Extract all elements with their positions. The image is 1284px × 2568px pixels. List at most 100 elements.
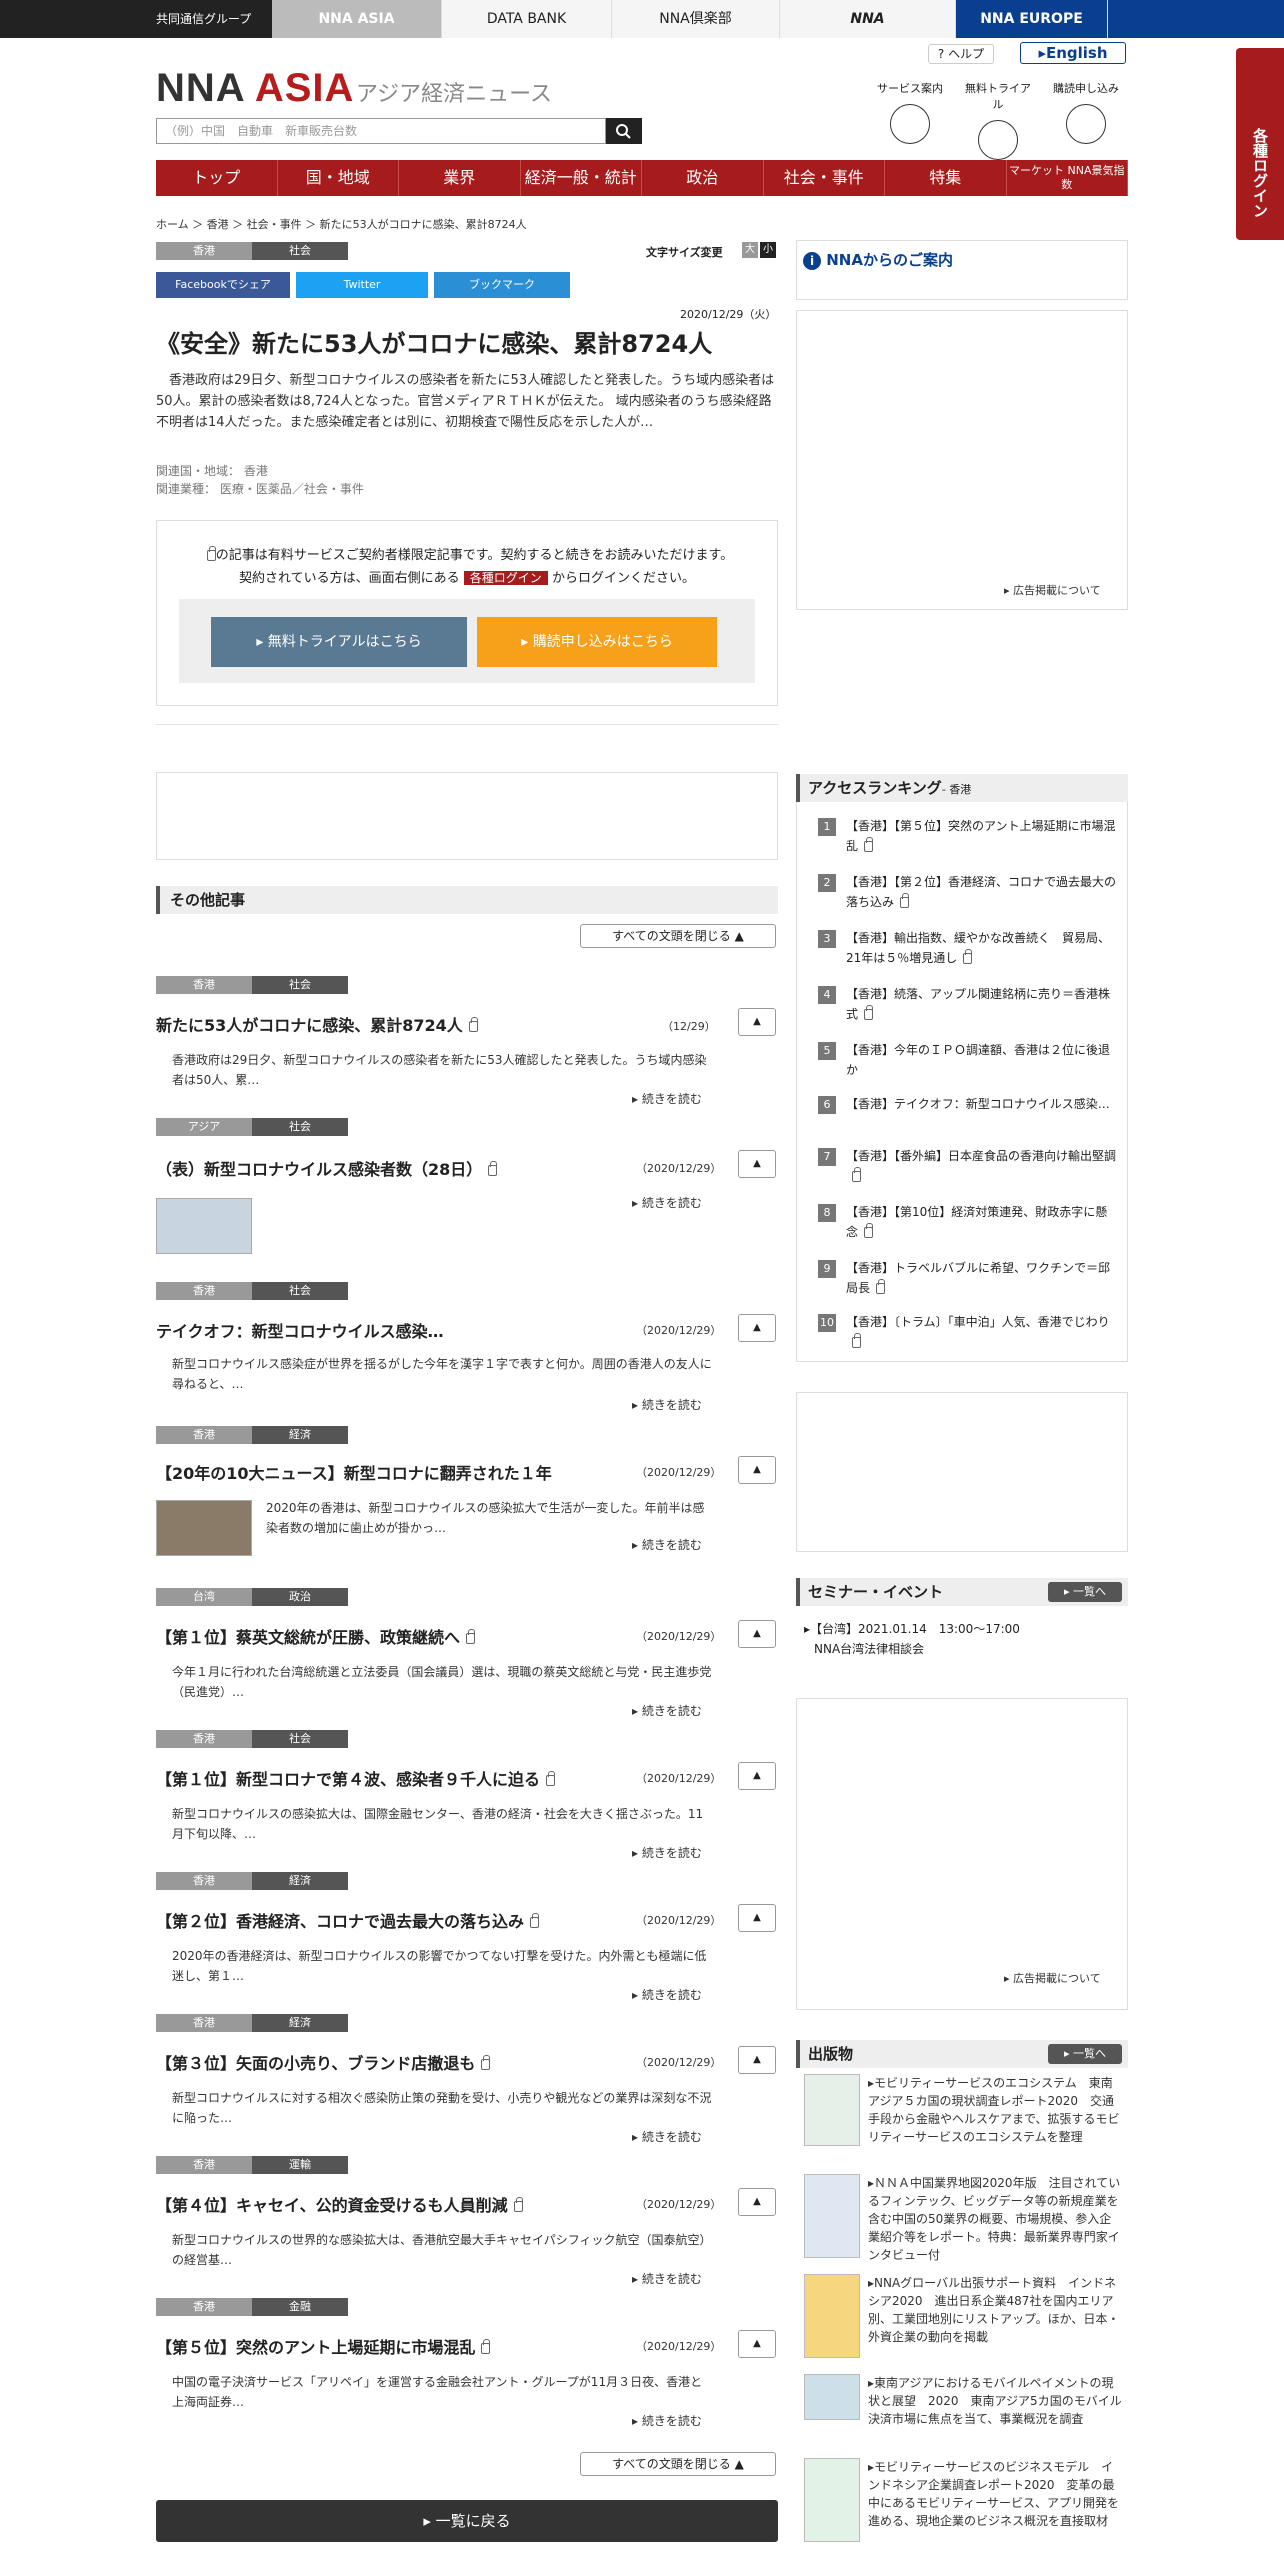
close-all-button-bottom[interactable]: すべての文頭を閉じる ▲ — [580, 2452, 776, 2476]
ad-box-middle — [796, 1392, 1128, 1552]
lock-icon — [876, 1279, 886, 1294]
article-title: 《安全》新たに53人がコロナに感染、累計8724人 — [156, 330, 713, 358]
read-more-link[interactable]: ▸ 続きを読む — [632, 2412, 702, 2429]
item-title[interactable]: 【第３位】矢面の小売り、ブランド店撤退も — [156, 2050, 491, 2074]
topbar-accent — [1108, 0, 1284, 38]
item-title[interactable]: 新たに53人がコロナに感染、累計8724人 — [156, 1012, 478, 1036]
font-small-button[interactable]: 小 — [760, 242, 776, 258]
read-more-link[interactable]: ▸ 続きを読む — [632, 1702, 702, 1719]
subscribe-link[interactable]: 購読申し込み — [1048, 80, 1124, 144]
twitter-share-button[interactable]: Twitter — [296, 272, 428, 298]
ad-info-link[interactable]: ▸ 広告掲載について — [1004, 1970, 1101, 1986]
facebook-share-button[interactable]: Facebookでシェア — [156, 272, 290, 298]
tab-data-bank[interactable]: DATA BANK — [442, 0, 612, 38]
document-icon — [1066, 104, 1106, 144]
item-tags: 香港 金融 — [156, 2298, 348, 2316]
item-toggle-button[interactable]: ▲ — [738, 2330, 776, 2358]
read-more-link[interactable]: ▸ 続きを読む — [632, 1194, 702, 1211]
seminar-list-button[interactable]: ▸ 一覧へ — [1048, 1582, 1122, 1602]
publications-list-button[interactable]: ▸ 一覧へ — [1048, 2044, 1122, 2064]
free-trial-button[interactable]: ▸ 無料トライアルはこちら — [211, 617, 467, 667]
back-to-list-button[interactable]: ▸ 一覧に戻る — [156, 2500, 778, 2542]
nav-top[interactable]: トップ — [156, 160, 278, 196]
tab-nna-europe[interactable]: NNA EUROPE — [956, 0, 1108, 38]
read-more-link[interactable]: ▸ 続きを読む — [632, 1986, 702, 2003]
lock-icon — [206, 546, 216, 561]
item-tags: 香港 社会 — [156, 976, 348, 994]
item-toggle-button[interactable]: ▲ — [738, 1150, 776, 1178]
paywall-login-link[interactable]: 各種ログイン — [463, 571, 548, 585]
item-toggle-button[interactable]: ▲ — [738, 1620, 776, 1648]
article-tags: 香港 社会 — [156, 242, 348, 260]
seminar-name[interactable]: NNA台湾法律相談会 — [814, 1640, 924, 1657]
shield-icon — [978, 120, 1018, 160]
item-thumbnail[interactable] — [156, 1500, 252, 1556]
lock-icon — [963, 949, 973, 964]
read-more-link[interactable]: ▸ 続きを読む — [632, 1090, 702, 1107]
item-date: （2020/12/29） — [636, 2198, 722, 2211]
help-button[interactable]: ? ヘルプ — [928, 44, 994, 64]
top-bar: 共同通信グループ NNA ASIA DATA BANK NNA倶楽部 NNA N… — [0, 0, 1284, 38]
site-subtitle: アジア経済ニュース — [356, 82, 553, 107]
read-more-link[interactable]: ▸ 続きを読む — [632, 1536, 702, 1553]
seminar-date[interactable]: ▸【台湾】2021.01.14 13:00～17:00 — [804, 1620, 1020, 1637]
item-toggle-button[interactable]: ▲ — [738, 1456, 776, 1484]
lock-icon — [546, 1771, 556, 1786]
free-trial-link[interactable]: 無料トライアル — [960, 80, 1036, 160]
breadcrumb-current: 新たに53人がコロナに感染、累計8724人 — [319, 218, 527, 231]
nav-economy[interactable]: 経済一般・統計 — [521, 160, 642, 196]
item-toggle-button[interactable]: ▲ — [738, 2046, 776, 2074]
breadcrumb-region[interactable]: 香港 — [207, 218, 229, 231]
breadcrumb-home[interactable]: ホーム — [156, 218, 189, 231]
item-title[interactable]: （表）新型コロナウイルス感染者数（28日） — [156, 1156, 498, 1180]
tab-nna-club[interactable]: NNA倶楽部 — [612, 0, 780, 38]
ad-box-bottom — [796, 1698, 1128, 2010]
ad-info-link[interactable]: ▸ 広告掲載について — [1004, 582, 1101, 598]
nav-industry[interactable]: 業界 — [399, 160, 521, 196]
item-thumbnail[interactable] — [156, 1198, 252, 1254]
nav-features[interactable]: 特集 — [885, 160, 1007, 196]
english-button[interactable]: ▸English — [1020, 42, 1126, 64]
publication-cover — [804, 2374, 860, 2420]
read-more-link[interactable]: ▸ 続きを読む — [632, 2270, 702, 2287]
search-input[interactable]: （例）中国 自動車 新車販売台数 — [156, 118, 606, 144]
item-toggle-button[interactable]: ▲ — [738, 1762, 776, 1790]
nav-politics[interactable]: 政治 — [642, 160, 764, 196]
item-toggle-button[interactable]: ▲ — [738, 1314, 776, 1342]
read-more-link[interactable]: ▸ 続きを読む — [632, 2128, 702, 2145]
item-title[interactable]: 【第１位】新型コロナで第４波、感染者９千人に迫る — [156, 1766, 556, 1790]
nav-region[interactable]: 国・地域 — [278, 160, 399, 196]
tab-nna-asia[interactable]: NNA ASIA — [272, 0, 442, 38]
lock-icon — [864, 1005, 874, 1020]
breadcrumb-category[interactable]: 社会・事件 — [247, 218, 302, 231]
lock-icon — [488, 1161, 498, 1176]
item-tags: 香港 経済 — [156, 2014, 348, 2032]
item-title[interactable]: 【第５位】突然のアント上場延期に市場混乱 — [156, 2334, 491, 2358]
item-toggle-button[interactable]: ▲ — [738, 1904, 776, 1932]
item-title[interactable]: テイクオフ：新型コロナウイルス感染… — [156, 1318, 444, 1342]
item-toggle-button[interactable]: ▲ — [738, 2188, 776, 2216]
side-login-button[interactable]: 各種ログイン — [1236, 48, 1284, 240]
subscribe-button[interactable]: ▸ 購読申し込みはこちら — [477, 617, 717, 667]
search-button[interactable] — [606, 118, 642, 144]
publications-heading: 出版物 ▸ 一覧へ — [796, 2040, 1128, 2068]
item-tags: 香港 社会 — [156, 1730, 348, 1748]
item-tags: 香港 運輸 — [156, 2156, 348, 2174]
close-all-button[interactable]: すべての文頭を閉じる ▲ — [580, 924, 776, 948]
bookmark-share-button[interactable]: ブックマーク — [434, 272, 570, 298]
site-logo[interactable]: NNA ASIA — [156, 66, 354, 111]
tab-nna-logo[interactable]: NNA — [780, 0, 956, 38]
ad-banner — [156, 772, 778, 860]
item-title[interactable]: 【20年の10大ニュース】新型コロナに翻弄された１年 — [156, 1460, 552, 1484]
item-title[interactable]: 【第２位】香港経済、コロナで過去最大の落ち込み — [156, 1908, 540, 1932]
service-info-link[interactable]: サービス案内 — [872, 80, 948, 144]
nav-market[interactable]: マーケット NNA景気指数 — [1007, 160, 1128, 196]
font-large-button[interactable]: 大 — [742, 242, 758, 258]
read-more-link[interactable]: ▸ 続きを読む — [632, 1844, 702, 1861]
item-toggle-button[interactable]: ▲ — [738, 1008, 776, 1036]
nav-society[interactable]: 社会・事件 — [764, 160, 885, 196]
read-more-link[interactable]: ▸ 続きを読む — [632, 1396, 702, 1413]
item-title[interactable]: 【第１位】蔡英文総統が圧勝、政策継続へ — [156, 1624, 476, 1648]
item-title[interactable]: 【第４位】キャセイ、公的資金受けるも人員削減 — [156, 2192, 523, 2216]
item-date: （12/29） — [662, 1020, 716, 1033]
